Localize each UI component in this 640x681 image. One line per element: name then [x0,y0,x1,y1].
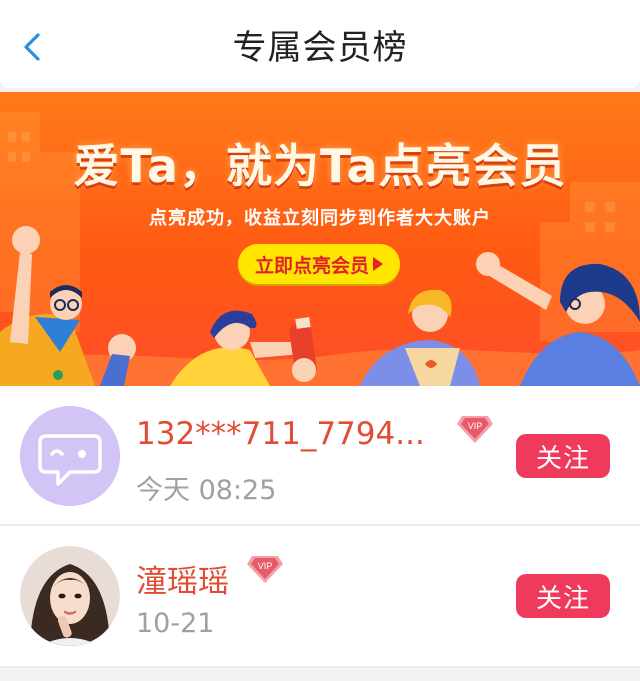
nav-bar: 专属会员榜 [0,0,640,88]
list-item[interactable]: 132***711_7794... VIP 今天 08:25 关注 [0,386,640,526]
banner-subline: 点亮成功，收益立刻同步到作者大大账户 [149,208,491,229]
light-up-member-button[interactable]: 立即点亮会员 [238,244,400,284]
promo-banner[interactable]: 爱Ta，就为Ta点亮会员 点亮成功，收益立刻同步到作者大大账户 立即点亮会员 [0,92,640,386]
cta-label: 立即点亮会员 [254,254,369,277]
avatar[interactable] [20,546,120,646]
play-arrow-icon [373,257,383,271]
follow-button[interactable]: 关注 [516,574,610,618]
photo-avatar-icon [20,546,120,646]
member-list: 132***711_7794... VIP 今天 08:25 关注 潼瑶瑶 VI… [0,386,640,668]
chevron-left-icon[interactable] [18,32,48,62]
avatar[interactable] [20,406,120,506]
vip-diamond-icon: VIP [457,416,493,443]
follow-button[interactable]: 关注 [516,434,610,478]
vip-diamond-icon: VIP [247,556,283,583]
member-name[interactable]: 132***711_7794... [136,416,425,452]
banner-headline: 爱Ta，就为Ta点亮会员 [73,139,567,193]
member-time: 10-21 [136,608,215,639]
list-item[interactable]: 潼瑶瑶 VIP 10-21 关注 [0,526,640,668]
page-title: 专属会员榜 [232,27,408,68]
chat-bubble-avatar-icon [20,406,120,506]
member-name[interactable]: 潼瑶瑶 [136,556,229,601]
vip-label: VIP [468,421,483,431]
member-time: 今天 08:25 [136,475,277,506]
vip-label: VIP [258,561,273,571]
